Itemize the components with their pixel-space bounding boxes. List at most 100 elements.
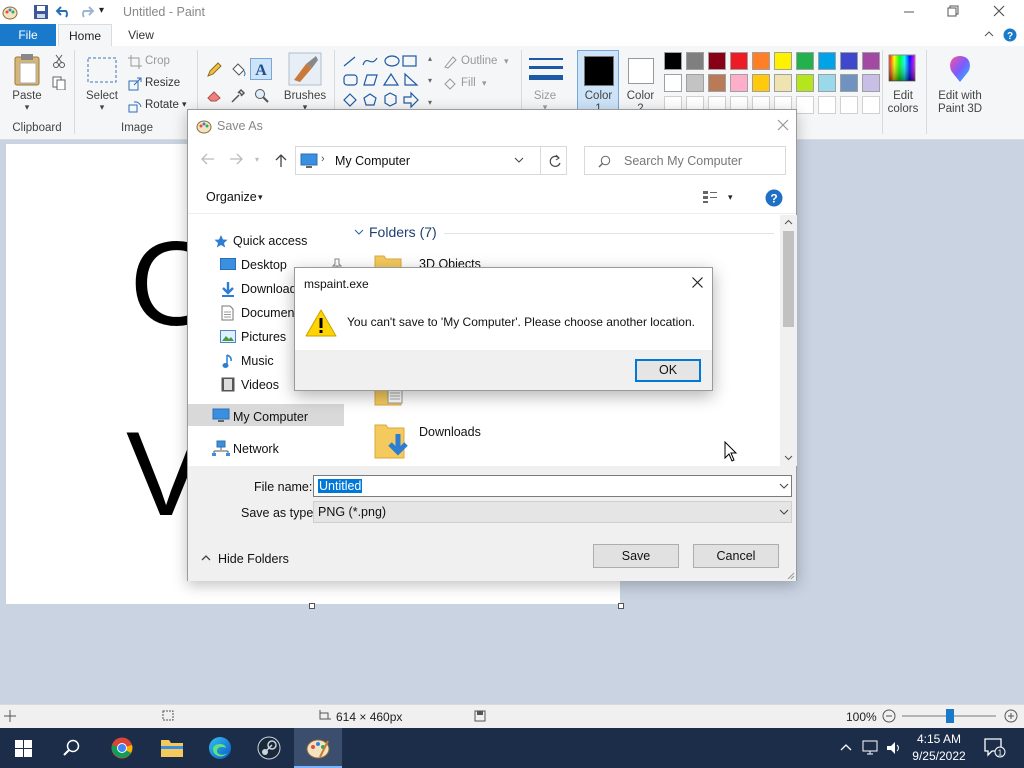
edit-colors-label[interactable]: Edit colors bbox=[882, 90, 924, 116]
taskbar-search-icon[interactable] bbox=[63, 739, 81, 757]
outline-label[interactable]: Outline bbox=[461, 55, 497, 67]
select-dropdown-icon[interactable]: ▾ bbox=[80, 102, 124, 113]
nav-downloads[interactable]: Downloads bbox=[241, 282, 295, 296]
paste-label[interactable]: Paste bbox=[8, 90, 46, 102]
canvas-resize-handle-bottom[interactable] bbox=[309, 603, 315, 609]
dialog-help-icon[interactable]: ? bbox=[765, 189, 783, 207]
cancel-button[interactable]: Cancel bbox=[693, 544, 779, 568]
tab-file[interactable]: File bbox=[0, 24, 56, 46]
shapes-gallery[interactable] bbox=[341, 54, 425, 112]
fill-bucket-icon[interactable] bbox=[230, 62, 246, 78]
nav-quick-access[interactable]: Quick access bbox=[233, 234, 307, 248]
minimize-icon[interactable] bbox=[903, 4, 915, 18]
view-options-dropdown-icon[interactable]: ▾ bbox=[728, 192, 733, 203]
palette-swatch[interactable] bbox=[796, 74, 814, 92]
up-icon[interactable] bbox=[274, 152, 288, 168]
resize-icon[interactable] bbox=[128, 77, 142, 91]
palette-swatch[interactable] bbox=[664, 74, 682, 92]
palette-swatch[interactable] bbox=[840, 74, 858, 92]
outline-dropdown-icon[interactable]: ▾ bbox=[504, 56, 509, 67]
chrome-icon[interactable] bbox=[111, 737, 133, 759]
shapes-more-icon[interactable]: ▾ bbox=[428, 98, 432, 107]
file-name-dropdown-icon[interactable] bbox=[779, 483, 789, 490]
pencil-icon[interactable] bbox=[206, 62, 222, 78]
nav-documents[interactable]: Documents bbox=[241, 306, 295, 320]
palette-swatch[interactable] bbox=[730, 74, 748, 92]
palette-swatch[interactable] bbox=[796, 96, 814, 114]
content-scrollbar[interactable] bbox=[780, 215, 797, 466]
scroll-up-icon[interactable] bbox=[784, 219, 793, 225]
nav-pictures[interactable]: Pictures bbox=[241, 330, 286, 344]
palette-swatch[interactable] bbox=[840, 96, 858, 114]
network-tray-icon[interactable] bbox=[862, 740, 880, 756]
scroll-thumb[interactable] bbox=[783, 231, 794, 327]
rotate-dropdown-icon[interactable]: ▾ bbox=[182, 99, 187, 110]
restore-icon[interactable] bbox=[946, 4, 960, 18]
address-dropdown-icon[interactable] bbox=[514, 156, 524, 164]
palette-swatch[interactable] bbox=[818, 96, 836, 114]
cut-icon[interactable] bbox=[52, 54, 66, 68]
folder-downloads-icon[interactable] bbox=[374, 422, 414, 460]
canvas-resize-handle-corner[interactable] bbox=[618, 603, 624, 609]
tab-view[interactable]: View bbox=[116, 24, 166, 46]
palette-swatch[interactable] bbox=[664, 52, 682, 70]
zoom-out-icon[interactable] bbox=[882, 709, 896, 723]
palette-swatch[interactable] bbox=[818, 52, 836, 70]
clock-time[interactable]: 4:15 AM bbox=[914, 732, 964, 746]
customize-quick-access-icon[interactable]: ▾ bbox=[99, 5, 104, 16]
palette-swatch[interactable] bbox=[752, 74, 770, 92]
palette-swatch[interactable] bbox=[708, 52, 726, 70]
zoom-slider-thumb[interactable] bbox=[946, 709, 954, 723]
paint3d-icon[interactable] bbox=[946, 54, 974, 84]
forward-icon[interactable] bbox=[228, 152, 244, 166]
folders-collapse-icon[interactable] bbox=[354, 228, 364, 236]
palette-swatch[interactable] bbox=[862, 74, 880, 92]
save-as-close-icon[interactable] bbox=[776, 118, 790, 132]
edge-icon[interactable] bbox=[208, 736, 232, 760]
brushes-icon[interactable] bbox=[288, 52, 322, 86]
file-explorer-icon[interactable] bbox=[160, 738, 184, 758]
palette-swatch[interactable] bbox=[774, 74, 792, 92]
palette-swatch[interactable] bbox=[686, 52, 704, 70]
save-type-select[interactable]: PNG (*.png) bbox=[313, 501, 792, 523]
organize-dropdown-icon[interactable]: ▾ bbox=[258, 192, 263, 203]
shapes-scroll-down-icon[interactable]: ▾ bbox=[428, 76, 432, 85]
magnifier-icon[interactable] bbox=[254, 88, 270, 104]
nav-music[interactable]: Music bbox=[241, 354, 274, 368]
resize-grip-icon[interactable] bbox=[785, 570, 795, 580]
folder-downloads-label[interactable]: Downloads bbox=[419, 425, 481, 439]
palette-swatch[interactable] bbox=[862, 52, 880, 70]
nav-desktop[interactable]: Desktop bbox=[241, 258, 287, 272]
brushes-label[interactable]: Brushes bbox=[280, 90, 330, 102]
resize-label[interactable]: Resize bbox=[145, 77, 180, 89]
change-view-icon[interactable] bbox=[702, 190, 718, 204]
nav-network[interactable]: Network bbox=[233, 442, 279, 456]
color2-swatch[interactable] bbox=[628, 58, 654, 84]
save-button[interactable]: Save bbox=[593, 544, 679, 568]
copy-icon[interactable] bbox=[52, 76, 66, 90]
volume-icon[interactable] bbox=[886, 740, 902, 756]
rotate-icon[interactable] bbox=[128, 99, 142, 113]
close-icon[interactable] bbox=[992, 4, 1006, 18]
fill-dropdown-icon[interactable]: ▾ bbox=[482, 78, 487, 89]
undo-icon[interactable] bbox=[55, 3, 73, 19]
redo-icon[interactable] bbox=[77, 3, 95, 19]
hide-folders-button[interactable]: Hide Folders bbox=[218, 552, 289, 566]
action-center-icon[interactable]: 1 bbox=[984, 738, 1006, 758]
crop-icon[interactable] bbox=[128, 55, 142, 69]
address-bar[interactable]: › My Computer bbox=[295, 146, 567, 175]
size-label[interactable]: Size bbox=[524, 90, 566, 102]
edit-colors-icon[interactable] bbox=[888, 54, 916, 82]
palette-swatch[interactable] bbox=[686, 74, 704, 92]
palette-swatch[interactable] bbox=[796, 52, 814, 70]
file-name-input[interactable]: Untitled bbox=[313, 475, 792, 497]
select-icon[interactable] bbox=[86, 56, 118, 84]
palette-swatch[interactable] bbox=[774, 52, 792, 70]
save-type-dropdown-icon[interactable] bbox=[779, 509, 789, 516]
edit-paint3d-label[interactable]: Edit with Paint 3D bbox=[932, 90, 988, 116]
palette-swatch[interactable] bbox=[818, 74, 836, 92]
outline-icon[interactable] bbox=[443, 55, 457, 69]
rotate-label[interactable]: Rotate bbox=[145, 99, 179, 111]
clock-date[interactable]: 9/25/2022 bbox=[908, 749, 970, 763]
help-icon[interactable]: ? bbox=[1003, 28, 1017, 42]
